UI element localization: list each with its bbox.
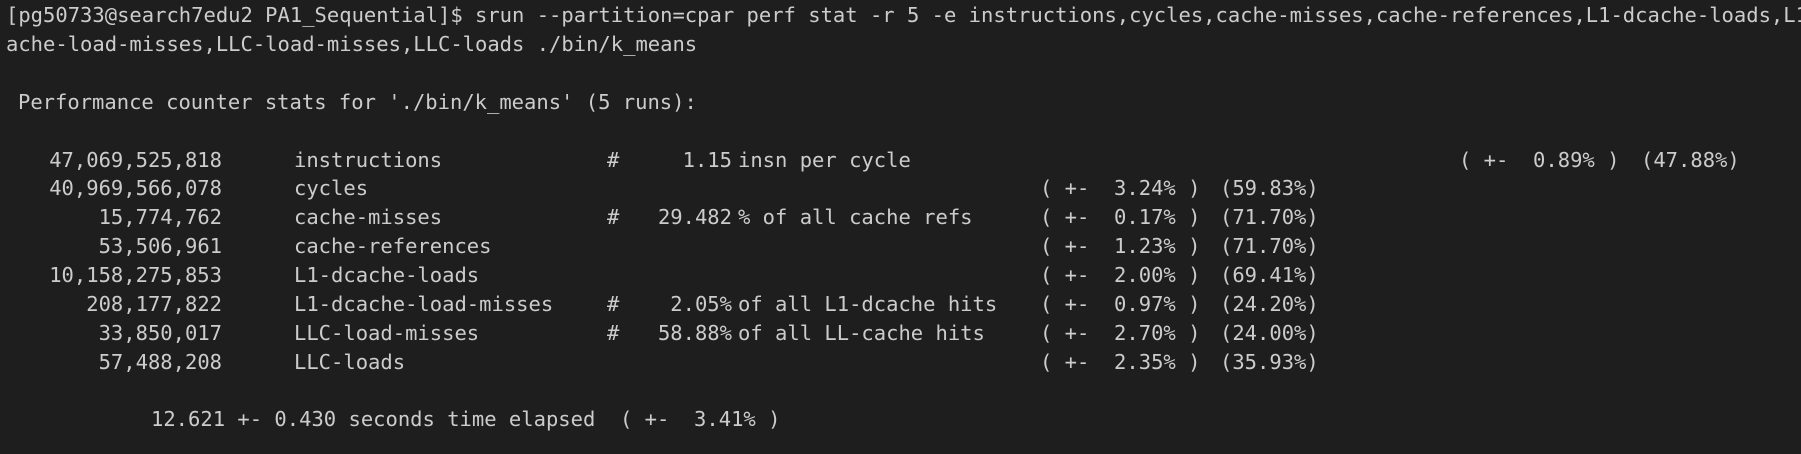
counter-row: 208,177,822 L1-dcache-load-misses #2.05% of…	[0, 290, 1801, 319]
counter-row: 33,850,017 LLC-load-misses #58.88% of all L…	[0, 319, 1801, 348]
counter-metric: 58.88%	[657, 320, 732, 345]
counter-variance: ( +- 0.89% )	[1459, 147, 1620, 172]
counter-value: 15,774,762	[98, 205, 222, 230]
counter-row: 53,506,961 cache-references ( +- 1.23% ) (7…	[0, 232, 1801, 261]
time-elapsed: 12.621 +- 0.430 seconds time elapsed ( +…	[151, 407, 781, 431]
terminal-window[interactable]: [pg50733@search7edu2 PA1_Sequential]$ sr…	[0, 0, 1801, 454]
counter-event: L1-dcache-load-misses	[294, 292, 554, 316]
counter-share: (35.93%)	[1220, 349, 1319, 374]
command-line-2: ache-load-misses,LLC-load-misses,LLC-loa…	[6, 31, 698, 56]
counter-event: L1-dcache-loads	[294, 263, 480, 288]
counter-event: instructions	[294, 147, 443, 172]
counter-variance: ( +- 1.23% )	[1040, 234, 1201, 259]
counter-metric: 29.482	[657, 205, 732, 230]
counter-row: 57,488,208 LLC-loads ( +- 2.35% ) (35.93%)	[0, 348, 1801, 377]
counter-event: cycles	[294, 176, 369, 201]
counter-event: LLC-load-misses	[294, 320, 480, 345]
counter-metric: 1.15	[682, 147, 732, 172]
counter-unit: insn per cycle	[738, 147, 911, 172]
counter-variance: ( +- 2.00% )	[1040, 263, 1201, 288]
counter-share: (24.00%)	[1220, 320, 1319, 345]
counter-row: 15,774,762 cache-misses #29.482% of all ca…	[0, 203, 1801, 232]
counter-unit: of all L1-dcache hits	[738, 292, 998, 316]
counter-value: 40,969,566,078	[49, 176, 222, 201]
counter-share: (71.70%)	[1220, 205, 1319, 230]
counter-variance: ( +- 0.97% )	[1040, 292, 1201, 316]
counter-variance: ( +- 3.24% )	[1040, 176, 1201, 201]
counter-event: LLC-loads	[294, 349, 406, 374]
counter-variance: ( +- 2.70% )	[1040, 320, 1201, 345]
counter-event: cache-misses	[294, 205, 443, 230]
counter-row: 10,158,275,853 L1-dcache-loads ( +- 2.00% …	[0, 261, 1801, 290]
counter-share: (69.41%)	[1220, 263, 1319, 288]
counter-value: 33,850,017	[98, 320, 222, 345]
counter-metric: 2.05%	[670, 292, 732, 316]
counter-share: (59.83%)	[1220, 176, 1319, 201]
counter-variance: ( +- 0.17% )	[1040, 205, 1201, 230]
counter-unit: of all LL-cache hits	[738, 320, 985, 345]
counter-value: 208,177,822	[86, 292, 222, 316]
counter-variance: ( +- 2.35% )	[1040, 349, 1201, 374]
counter-share: (71.70%)	[1220, 234, 1319, 259]
counter-value: 10,158,275,853	[49, 263, 222, 288]
stats-header: Performance counter stats for './bin/k_m…	[18, 89, 697, 114]
counter-value: 57,488,208	[98, 349, 222, 374]
command-line-1: [pg50733@search7edu2 PA1_Sequential]$ sr…	[6, 3, 1801, 27]
counter-value: 53,506,961	[98, 234, 222, 259]
counter-row: 40,969,566,078 cycles ( +- 3.24% ) (59.83%)	[0, 174, 1801, 203]
counter-share: (47.88%)	[1641, 147, 1740, 172]
counter-event: cache-references	[294, 234, 492, 259]
counter-value: 47,069,525,818	[49, 147, 222, 172]
counter-unit: % of all cache refs	[738, 205, 973, 230]
counter-row: 47,069,525,818 instructions #1.15 insn per …	[0, 146, 1801, 175]
counter-share: (24.20%)	[1220, 292, 1319, 316]
